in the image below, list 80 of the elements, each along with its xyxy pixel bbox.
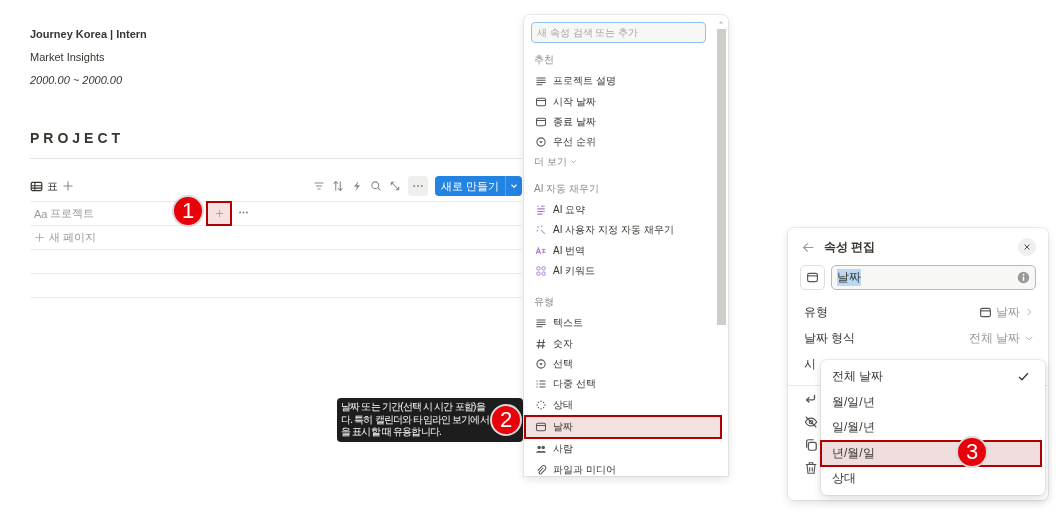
new-button[interactable]: 새로 만들기: [434, 176, 522, 196]
menu-item[interactable]: 우선 순위: [525, 132, 712, 153]
show-more-link[interactable]: 더 보기: [534, 152, 578, 171]
paperclip-icon: [535, 463, 547, 476]
add-column-button[interactable]: [206, 201, 233, 226]
calendar-icon: [535, 95, 547, 108]
hidden-eye-icon[interactable]: [804, 415, 818, 429]
menu-item[interactable]: 종료 날짜: [525, 111, 712, 133]
search-icon[interactable]: [369, 180, 382, 192]
menu-item[interactable]: 시작 날짜: [525, 91, 712, 112]
menu-item[interactable]: AI 요약: [525, 199, 712, 220]
tooltip-text: 다. 특히 캘린더와 타임라인 보기에서: [341, 413, 489, 426]
step-badge: 1: [172, 195, 204, 227]
section-label: AI 자동 채우기: [534, 181, 600, 196]
lines-icon: [535, 75, 547, 88]
hash-icon: [535, 337, 547, 350]
select-icon: [535, 358, 547, 371]
plus-icon: [34, 232, 45, 243]
menu-item[interactable]: 선택: [525, 353, 712, 375]
close-button[interactable]: [1018, 238, 1036, 256]
search-field[interactable]: 새 속성 검색 또는 추가: [531, 22, 706, 43]
menu-option[interactable]: 상대: [821, 466, 1042, 492]
menu-item[interactable]: 프로젝트 설명: [525, 71, 712, 92]
menu-option[interactable]: 월/일/년: [821, 389, 1042, 415]
page-title: Journey Korea | Intern: [30, 28, 148, 42]
panel-title: 속성 편집: [824, 238, 877, 256]
menu-item[interactable]: AI 키워드: [525, 260, 712, 282]
circles-icon: [535, 264, 547, 277]
calendar-icon: [535, 115, 547, 128]
row-label: 유형: [804, 303, 829, 321]
info-icon: [1017, 271, 1030, 284]
select-icon: [535, 136, 547, 149]
row-label: 시: [804, 355, 817, 373]
menu-item[interactable]: 상태: [525, 394, 712, 416]
plus-icon: [213, 208, 225, 219]
duplicate-icon[interactable]: [804, 438, 818, 452]
plus-icon[interactable]: [62, 180, 74, 192]
view-tab[interactable]: 표: [47, 178, 58, 194]
menu-item[interactable]: 텍스트: [525, 313, 712, 334]
date-range: 2000.00 ~ 2000.00: [30, 74, 124, 88]
scrollbar[interactable]: [717, 29, 726, 325]
menu-item[interactable]: 날짜: [526, 417, 720, 438]
chevron-down-icon: [1024, 333, 1034, 343]
page-subtitle: Market Insights: [30, 51, 106, 65]
calendar-icon: [535, 421, 547, 434]
chevron-right-icon: [1024, 307, 1034, 317]
sparkle-icon: [535, 224, 547, 237]
people-icon: [535, 443, 547, 456]
list-icon: [535, 378, 547, 391]
return-arrow-icon[interactable]: [804, 392, 818, 406]
name-field[interactable]: 날짜: [831, 265, 1036, 290]
trash-icon[interactable]: [804, 461, 818, 475]
calendar-icon: [979, 305, 992, 319]
menu-item[interactable]: 숫자: [525, 333, 712, 354]
menu-item[interactable]: 파일과 미디어: [525, 459, 712, 476]
more-button[interactable]: [407, 176, 428, 196]
text-type-icon: Aa: [34, 207, 48, 220]
sort-icon[interactable]: [331, 180, 344, 192]
section-label: 추천: [534, 53, 555, 67]
menu-item[interactable]: 사람: [525, 439, 712, 460]
tooltip-text: 날짜 또는 기간(선택 시 시간 포함)을: [341, 401, 485, 414]
tooltip-text: 을 표시할 때 유용합니다.: [341, 426, 441, 439]
menu-item[interactable]: AI 사용자 지정 자동 채우기: [525, 219, 712, 241]
calendar-icon: [806, 271, 819, 284]
ai-lines-icon: [535, 203, 547, 216]
lines-icon: [535, 317, 547, 330]
menu-item[interactable]: AI 번역: [525, 240, 712, 261]
property-icon-button[interactable]: [800, 265, 825, 290]
status-icon: [535, 398, 547, 411]
section-label: 유형: [534, 295, 555, 310]
menu-item[interactable]: 다중 선택: [525, 374, 712, 395]
section-heading: PROJECT: [30, 130, 126, 148]
expand-icon[interactable]: [388, 180, 401, 192]
close-icon: [1022, 242, 1032, 252]
table-icon: [30, 179, 43, 193]
row-label: 날짜 형식: [804, 329, 857, 347]
menu-option[interactable]: 전체 날짜: [821, 364, 1042, 390]
translate-icon: [535, 244, 547, 257]
filter-icon[interactable]: [312, 180, 325, 192]
back-arrow-icon[interactable]: [802, 240, 815, 254]
